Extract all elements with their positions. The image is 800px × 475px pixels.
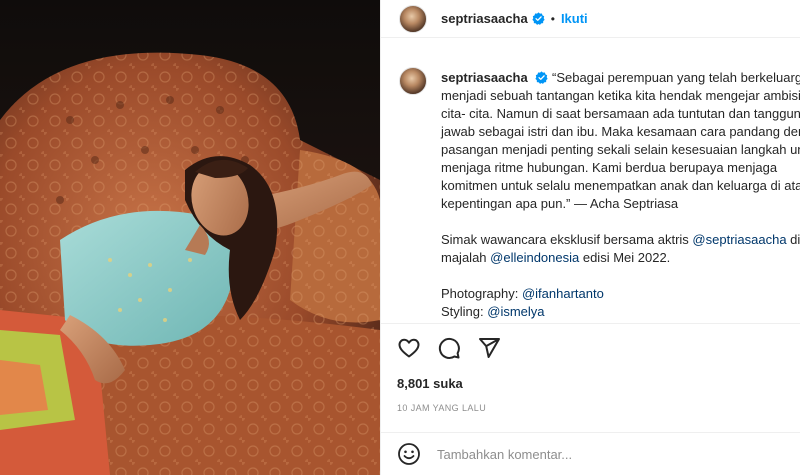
paper-plane-icon bbox=[479, 337, 500, 358]
caption-text: “Sebagai perempuan yang telah berkeluarg… bbox=[551, 70, 800, 85]
interview-line: Simak wawancara eksklusif bersama aktris… bbox=[441, 231, 800, 249]
comment-button[interactable] bbox=[437, 336, 461, 360]
caption-line: septriasaacha “Sebagai perempuan yang te… bbox=[441, 69, 800, 87]
magazine-line: majalah @elleindonesia edisi Mei 2022. bbox=[441, 249, 800, 267]
magazine-text-end: edisi Mei 2022. bbox=[579, 250, 671, 265]
caption-line: pasangan menjadi penting sekali selain k… bbox=[441, 142, 800, 157]
like-count[interactable]: 8,801 suka bbox=[397, 376, 463, 391]
photography-credit: Photography: @ifanhartanto bbox=[441, 285, 800, 303]
caption-line: cita- cita. Namun di saat bersamaan ada … bbox=[441, 106, 800, 121]
mention-link[interactable]: @ismelya bbox=[487, 304, 544, 319]
avatar[interactable] bbox=[399, 4, 427, 33]
comment-bar bbox=[381, 432, 800, 475]
styling-credit: Styling: @ismelya bbox=[441, 303, 800, 321]
caption-line: komitmen untuk selalu menempatkan anak d… bbox=[441, 178, 800, 193]
caption-username[interactable]: septriasaacha bbox=[441, 70, 528, 85]
caption-line: kepentingan apa pun.” — Acha Septriasa bbox=[441, 196, 679, 211]
interview-text-end: di bbox=[786, 232, 800, 247]
caption-avatar[interactable] bbox=[399, 67, 427, 95]
post-timestamp[interactable]: 10 JAM YANG LALU bbox=[397, 403, 486, 413]
mention-link[interactable]: @ifanhartanto bbox=[522, 286, 604, 301]
styling-label: Styling: bbox=[441, 304, 488, 319]
follow-button[interactable]: Ikuti bbox=[561, 11, 588, 26]
post-image bbox=[0, 0, 380, 475]
separator-dot: • bbox=[550, 11, 555, 26]
post-header: septriasaacha • Ikuti bbox=[381, 0, 800, 38]
verified-badge-icon bbox=[532, 12, 545, 25]
photography-label: Photography: bbox=[441, 286, 522, 301]
comment-bubble-icon bbox=[438, 337, 460, 359]
magazine-text: majalah bbox=[441, 250, 491, 265]
mention-link[interactable]: @septriasaacha bbox=[692, 232, 786, 247]
caption-line: menjaga ritme hubungan. Kami berdua beru… bbox=[441, 160, 778, 175]
caption-area: septriasaacha “Sebagai perempuan yang te… bbox=[381, 54, 800, 324]
comment-input[interactable] bbox=[437, 446, 767, 462]
interview-text: Simak wawancara eksklusif bersama aktris bbox=[441, 232, 693, 247]
heart-icon bbox=[398, 338, 420, 357]
action-bar bbox=[381, 323, 800, 371]
smiley-icon[interactable] bbox=[397, 442, 421, 466]
like-button[interactable] bbox=[397, 336, 421, 360]
caption-line: menjadi sebuah tantangan ketika kita hen… bbox=[441, 88, 800, 103]
verified-badge-icon bbox=[535, 71, 548, 84]
mention-link[interactable]: @elleindonesia bbox=[490, 250, 579, 265]
share-button[interactable] bbox=[477, 336, 501, 360]
caption-line: jawab sebagai istri dan ibu. Maka kesama… bbox=[441, 124, 800, 139]
header-username[interactable]: septriasaacha bbox=[441, 11, 528, 26]
post-photo[interactable] bbox=[0, 0, 380, 475]
post-details-panel: septriasaacha • Ikuti septriasaacha “Seb… bbox=[380, 0, 800, 475]
post-caption: septriasaacha “Sebagai perempuan yang te… bbox=[441, 54, 800, 324]
